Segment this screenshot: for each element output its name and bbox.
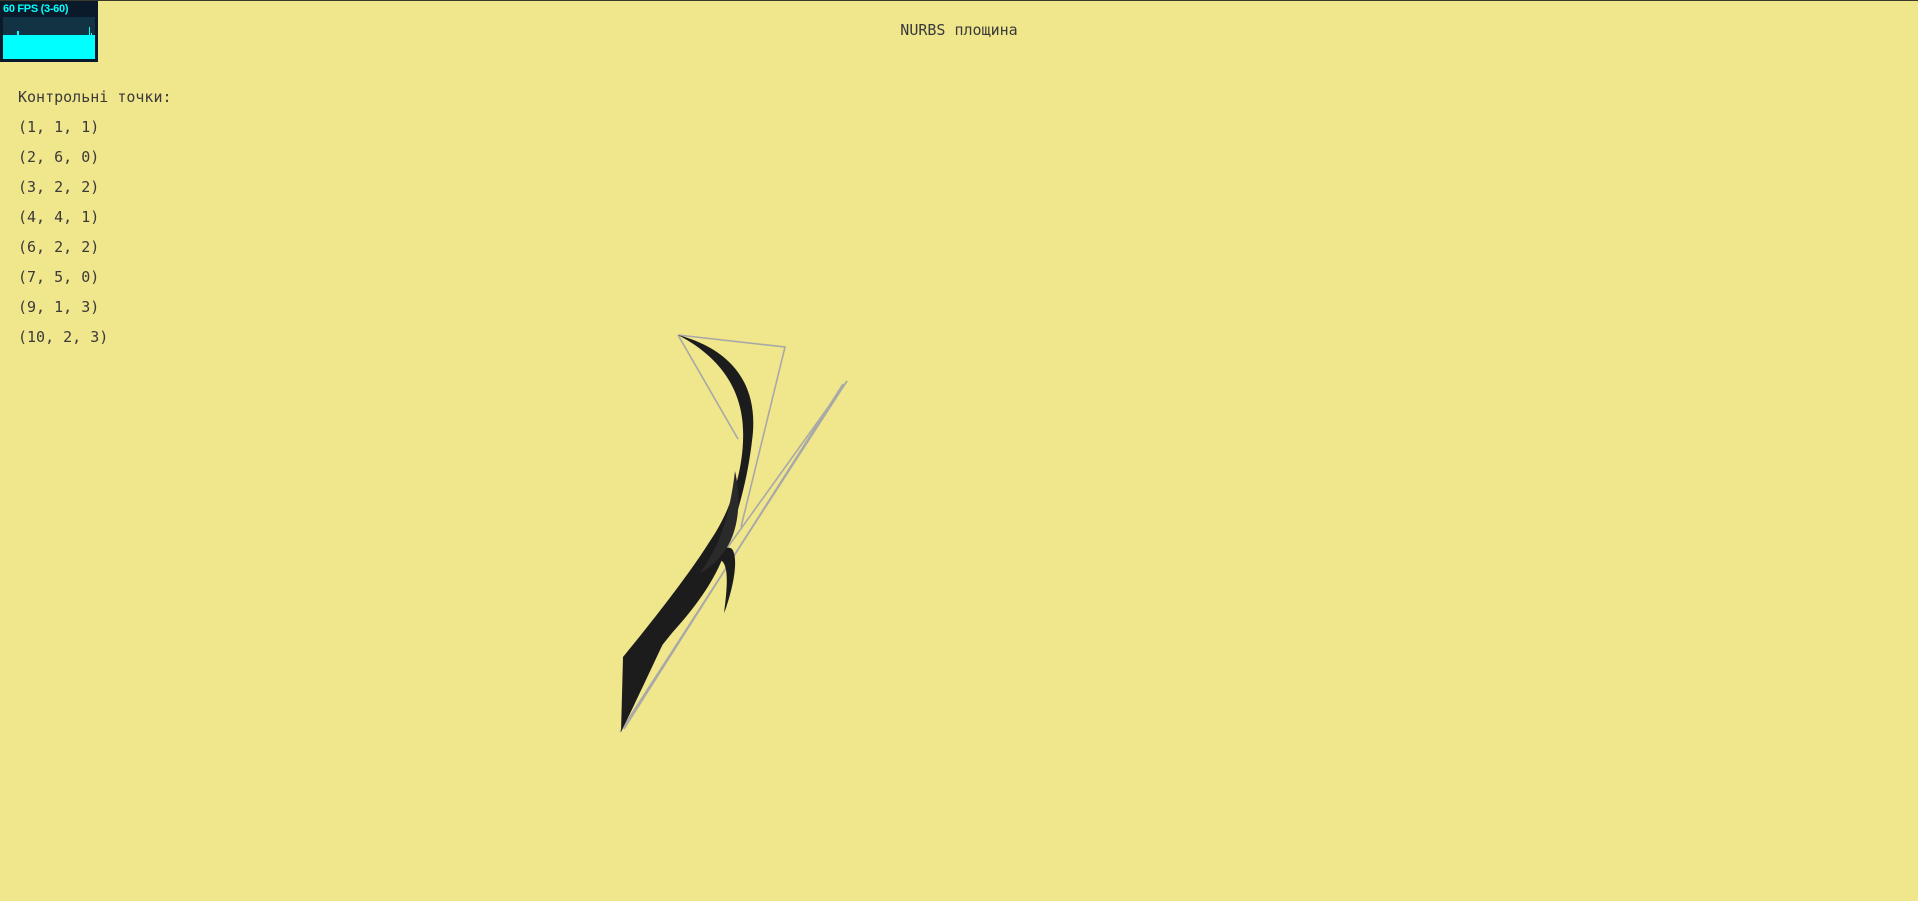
control-points-heading: Контрольні точки:: [18, 88, 172, 106]
control-point-item: (1, 1, 1): [18, 118, 100, 136]
control-polygon: [619, 334, 848, 733]
nurbs-surface: [621, 335, 754, 732]
page-title: NURBS площина: [900, 21, 1018, 39]
control-point-item: (3, 2, 2): [18, 178, 100, 196]
fps-label: 60 FPS (3-60): [3, 3, 69, 15]
nurbs-viewport[interactable]: [0, 1, 1918, 901]
control-point-item: (7, 5, 0): [18, 268, 100, 286]
control-point-item: (6, 2, 2): [18, 238, 100, 256]
control-points-panel: Контрольні точки: (1, 1, 1) (2, 6, 0) (3…: [18, 82, 172, 352]
control-point-item: (10, 2, 3): [18, 328, 109, 346]
control-point-item: (4, 4, 1): [18, 208, 100, 226]
control-point-item: (2, 6, 0): [18, 148, 100, 166]
control-point-item: (9, 1, 3): [18, 298, 100, 316]
app-root: 60 FPS (3-60) NURBS площина Контрольні т…: [0, 0, 1918, 901]
